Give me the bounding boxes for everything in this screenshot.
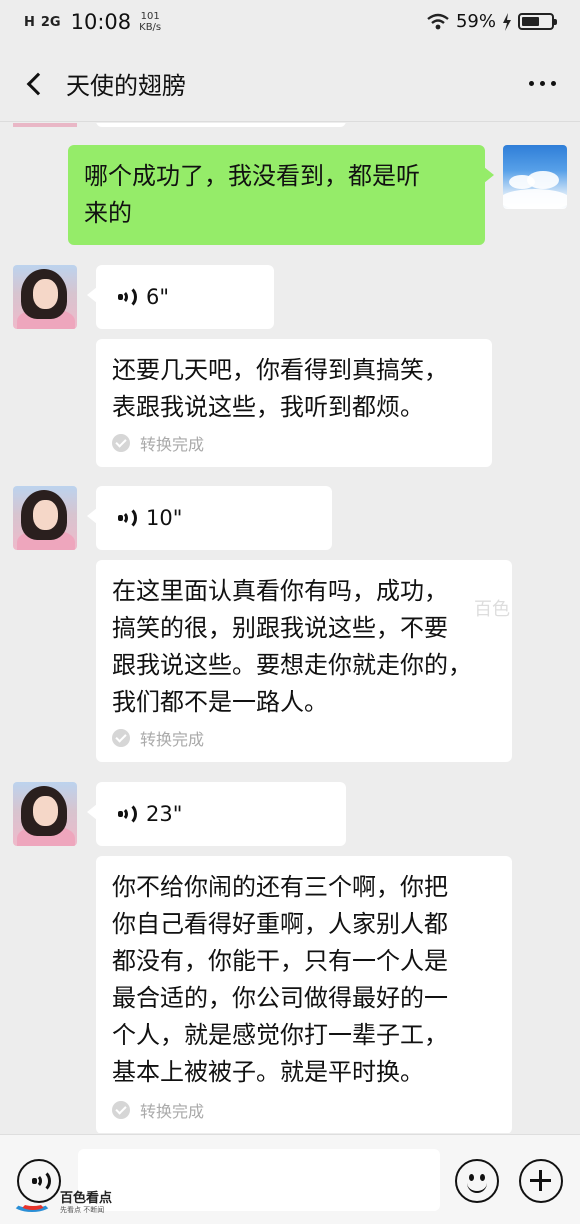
- more-dot: [550, 80, 556, 86]
- battery-icon: [518, 13, 557, 30]
- message-list[interactable]: 哪个成功了，我没看到，都是听 来的 6" 还要几天吧，你看得到真搞笑， 表跟我说…: [0, 123, 580, 1133]
- check-circle-icon: [112, 1101, 130, 1119]
- transcript-line: 表跟我说这些，我听到都烦。: [112, 393, 424, 421]
- my-avatar[interactable]: [503, 145, 567, 209]
- chevron-left-icon: [26, 72, 50, 96]
- voice-message-bubble[interactable]: 10": [87, 486, 332, 550]
- transcript-line: 都没有，你能干，只有一个人是: [112, 947, 448, 975]
- clipped-avatar: [13, 123, 77, 127]
- network-type-label: H: [24, 14, 35, 30]
- check-circle-icon: [112, 434, 130, 452]
- transcript-line: 个人，就是感觉你打一辈子工，: [112, 1021, 448, 1049]
- brand-swoosh-icon: [12, 1190, 56, 1216]
- plus-button[interactable]: [519, 1159, 563, 1203]
- transcript-text: 还要几天吧，你看得到真搞笑， 表跟我说这些，我听到都烦。: [96, 339, 492, 439]
- battery-fill: [522, 17, 539, 26]
- emoji-eye: [480, 1174, 485, 1181]
- chat-title: 天使的翅膀: [66, 72, 186, 100]
- voice-message-bubble[interactable]: 23": [87, 782, 346, 846]
- transcript-status: 转换完成: [96, 431, 204, 455]
- contact-avatar[interactable]: [13, 265, 77, 329]
- signal-indicator-2g: 2G: [41, 16, 61, 29]
- charging-icon: [503, 12, 511, 31]
- speed-value: 101: [140, 11, 160, 22]
- voice-wave-icon: [116, 802, 138, 826]
- voice-transcript-box[interactable]: 在这里面认真看你有吗，成功， 搞笑的很，别跟我说这些，不要 跟我说这些。要想走你…: [96, 560, 512, 762]
- network-type-label-2g: 2G: [40, 14, 61, 30]
- contact-avatar[interactable]: [13, 782, 77, 846]
- emoji-mouth: [467, 1181, 487, 1193]
- message-line: 来的: [84, 199, 132, 227]
- cloud-shape: [503, 189, 567, 209]
- network-speed: 101 KB/s: [139, 11, 161, 33]
- transcript-line: 搞笑的很，别跟我说这些，不要: [112, 614, 448, 642]
- emoji-button[interactable]: [455, 1159, 499, 1203]
- clipped-message-bubble: [96, 123, 346, 127]
- voice-wave-icon: [116, 506, 138, 530]
- transcript-status: 转换完成: [96, 1098, 204, 1122]
- battery-percent: 59%: [455, 11, 496, 32]
- voice-transcript-box[interactable]: 还要几天吧，你看得到真搞笑， 表跟我说这些，我听到都烦。 转换完成: [96, 339, 492, 467]
- signal-indicator: H: [24, 16, 35, 29]
- transcript-status: 转换完成: [96, 726, 204, 750]
- transcript-status-label: 转换完成: [140, 730, 205, 749]
- more-button[interactable]: [522, 68, 562, 98]
- contact-avatar[interactable]: [13, 486, 77, 550]
- transcript-text: 在这里面认真看你有吗，成功， 搞笑的很，别跟我说这些，不要 跟我说这些。要想走你…: [96, 560, 512, 734]
- more-dot: [528, 80, 534, 86]
- transcript-line: 跟我说这些。要想走你就走你的，: [112, 651, 472, 679]
- clock: 10:08: [70, 10, 132, 34]
- transcript-status-label: 转换完成: [140, 1102, 205, 1121]
- transcript-line: 基本上被被子。就是平时换。: [112, 1058, 424, 1086]
- transcript-line: 你不给你闹的还有三个啊，你把: [112, 873, 448, 901]
- avatar-face: [33, 279, 58, 309]
- message-input[interactable]: [78, 1149, 440, 1211]
- cloud-shape: [527, 171, 559, 189]
- watermark-logo: 百色看点 先看点 不断闻: [12, 1190, 112, 1216]
- voice-duration: 10": [146, 506, 183, 530]
- message-bubble-outgoing[interactable]: 哪个成功了，我没看到，都是听 来的: [68, 145, 494, 245]
- transcript-text: 你不给你闹的还有三个啊，你把 你自己看得好重啊，人家别人都 都没有，你能干，只有…: [96, 856, 512, 1104]
- emoji-eye: [469, 1174, 474, 1181]
- transcript-line: 你自己看得好重啊，人家别人都: [112, 910, 448, 938]
- more-dot: [539, 80, 545, 86]
- voice-duration: 23": [146, 802, 183, 826]
- transcript-status-label: 转换完成: [140, 435, 205, 454]
- back-button[interactable]: [12, 62, 56, 106]
- transcript-line: 最合适的，你公司做得最好的一: [112, 984, 448, 1012]
- transcript-line: 在这里面认真看你有吗，成功，: [112, 577, 448, 605]
- message-text: 哪个成功了，我没看到，都是听 来的: [68, 145, 485, 245]
- chat-header: 天使的翅膀: [0, 46, 580, 122]
- voice-duration: 6": [146, 285, 170, 309]
- avatar-face: [33, 796, 58, 826]
- transcript-line: 还要几天吧，你看得到真搞笑，: [112, 356, 448, 384]
- message-line: 哪个成功了，我没看到，都是听: [84, 162, 420, 190]
- brand-name: 百色看点: [60, 1190, 113, 1206]
- speed-unit: KB/s: [139, 22, 162, 33]
- avatar-face: [33, 500, 58, 530]
- transcript-line: 我们都不是一路人。: [112, 688, 328, 716]
- voice-message-bubble[interactable]: 6": [87, 265, 274, 329]
- status-bar: H 2G 10:08 101 KB/s 59%: [0, 0, 580, 46]
- brand-slogan: 先看点 不断闻: [60, 1205, 105, 1214]
- voice-wave-icon: [116, 285, 138, 309]
- check-circle-icon: [112, 729, 130, 747]
- watermark-text: 百色: [474, 599, 510, 620]
- wifi-icon: [427, 13, 449, 29]
- voice-transcript-box[interactable]: 你不给你闹的还有三个啊，你把 你自己看得好重啊，人家别人都 都没有，你能干，只有…: [96, 856, 512, 1133]
